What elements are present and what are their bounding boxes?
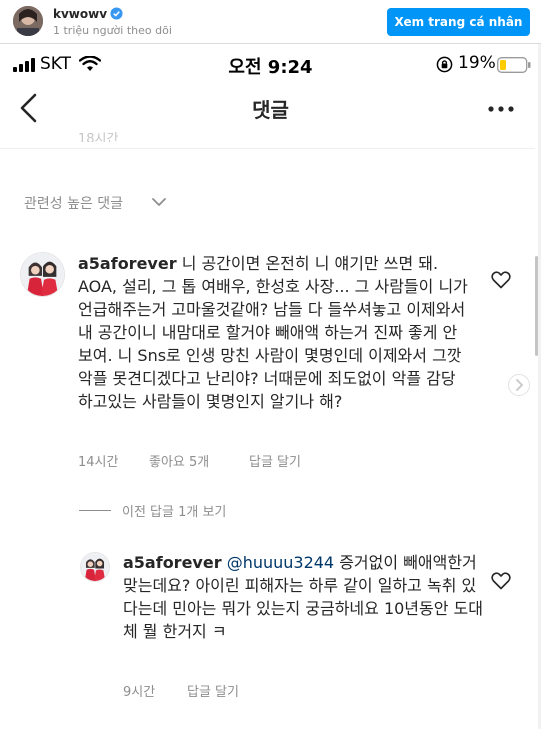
mention-link[interactable]: @huuuu3244 — [227, 553, 334, 572]
chevron-down-icon[interactable] — [151, 196, 167, 208]
embed-header: kvwowv 1 triệu người theo dõi Xem trang … — [0, 0, 541, 44]
like-count[interactable]: 좋아요 5개 — [149, 451, 209, 470]
replies-divider — [79, 510, 111, 511]
battery-percent: 19% — [458, 53, 496, 73]
view-profile-button[interactable]: Xem trang cá nhân — [387, 8, 530, 36]
comment-body: a5aforever 니 공간이면 온전히 니 얘기만 쓰면 돼. AOA, 설… — [78, 252, 468, 413]
comment-username[interactable]: a5aforever — [78, 254, 177, 273]
comment-text: 니 공간이면 온전히 니 얘기만 쓰면 돼. AOA, 설리, 그 톱 여배우,… — [78, 254, 468, 411]
battery-icon — [497, 57, 531, 73]
sort-comments-dropdown[interactable]: 관련성 높은 댓글 — [24, 193, 123, 213]
like-heart-icon[interactable] — [491, 571, 511, 590]
follower-count: 1 triệu người theo dõi — [53, 24, 172, 37]
more-options-icon[interactable] — [487, 101, 515, 117]
chevron-right-icon — [516, 379, 523, 391]
reply-button[interactable]: 답글 달기 — [249, 451, 301, 470]
profile-avatar[interactable] — [13, 6, 43, 36]
next-post-button[interactable] — [508, 374, 530, 396]
status-bar: SKT 오전 9:24 19% — [0, 44, 541, 84]
reply-body: a5aforever @huuuu3244 증거없이 빼애액한거 맞는데요? 아… — [123, 551, 483, 643]
comments-header: 댓글 — [0, 84, 541, 134]
page-title: 댓글 — [252, 98, 289, 122]
previous-comment-time: 18시간 — [78, 132, 119, 142]
reply-commenter-avatar[interactable] — [80, 552, 110, 582]
embed-username[interactable]: kvwowv — [53, 7, 123, 21]
commenter-avatar[interactable] — [20, 252, 65, 297]
rotation-lock-icon — [436, 56, 453, 73]
verified-badge-icon — [110, 7, 123, 20]
divider — [0, 148, 535, 149]
reply-username[interactable]: a5aforever — [123, 553, 222, 572]
like-heart-icon[interactable] — [491, 270, 511, 289]
comment-time[interactable]: 14시간 — [78, 451, 118, 470]
reply-time[interactable]: 9시간 — [123, 681, 155, 700]
scrollbar-thumb[interactable] — [535, 256, 538, 356]
view-replies-button[interactable]: 이전 답글 1개 보기 — [122, 501, 226, 520]
reply-button[interactable]: 답글 달기 — [187, 681, 239, 700]
